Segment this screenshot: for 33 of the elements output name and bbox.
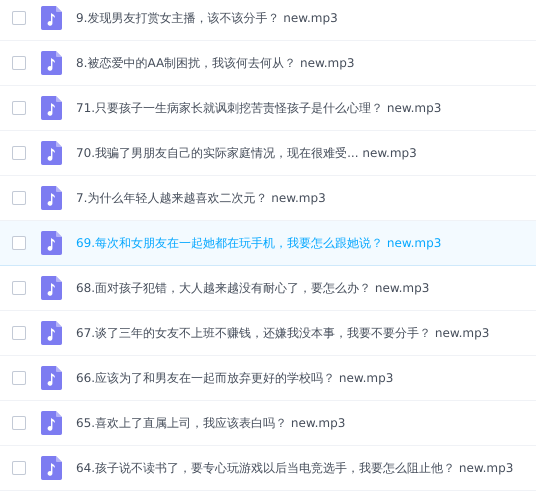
file-name: 70.我骗了男朋友自己的实际家庭情况，现在很难受... new.mp3 xyxy=(76,144,417,162)
file-name: 64.孩子说不读书了，要专心玩游戏以后当电竞选手，我要怎么阻止他？ new.mp3 xyxy=(76,460,514,476)
music-file-icon xyxy=(41,141,62,165)
music-file-icon xyxy=(41,411,62,435)
checkbox[interactable] xyxy=(12,11,26,25)
file-name: 8.被恋爱中的AA制困扰，我该何去何从？ new.mp3 xyxy=(76,54,354,72)
file-name: 9.发现男友打赏女主播，该不该分手？ new.mp3 xyxy=(76,10,338,26)
file-name: 71.只要孩子一生病家长就讽刺挖苦责怪孩子是什么心理？ new.mp3 xyxy=(76,100,442,116)
checkbox[interactable] xyxy=(12,56,26,70)
file-name: 65.喜欢上了直属上司，我应该表白吗？ new.mp3 xyxy=(76,414,346,432)
checkbox[interactable] xyxy=(12,326,26,340)
checkbox[interactable] xyxy=(12,371,26,385)
checkbox[interactable] xyxy=(12,191,26,205)
music-file-icon xyxy=(41,231,62,255)
music-file-icon xyxy=(41,321,62,345)
music-file-icon xyxy=(41,366,62,390)
file-name: 7.为什么年轻人越来越喜欢二次元？ new.mp3 xyxy=(76,190,326,206)
checkbox[interactable] xyxy=(12,461,26,475)
file-name: 66.应该为了和男友在一起而放弃更好的学校吗？ new.mp3 xyxy=(76,370,394,386)
file-name: 67.谈了三年的女友不上班不赚钱，还嫌我没本事，我要不要分手？ new.mp3 xyxy=(76,324,490,342)
checkbox[interactable] xyxy=(12,146,26,160)
music-file-icon xyxy=(41,96,62,120)
checkbox[interactable] xyxy=(12,101,26,115)
file-name: 68.面对孩子犯错，大人越来越没有耐心了，要怎么办？ new.mp3 xyxy=(76,280,430,296)
checkbox[interactable] xyxy=(12,281,26,295)
music-file-icon xyxy=(41,186,62,210)
music-file-icon xyxy=(41,276,62,300)
checkbox[interactable] xyxy=(12,416,26,430)
music-file-icon xyxy=(41,456,62,480)
file-name: 69.每次和女朋友在一起她都在玩手机，我要怎么跟她说？ new.mp3 xyxy=(76,234,442,252)
music-file-icon xyxy=(41,6,62,30)
checkbox[interactable] xyxy=(12,236,26,250)
music-file-icon xyxy=(41,51,62,75)
